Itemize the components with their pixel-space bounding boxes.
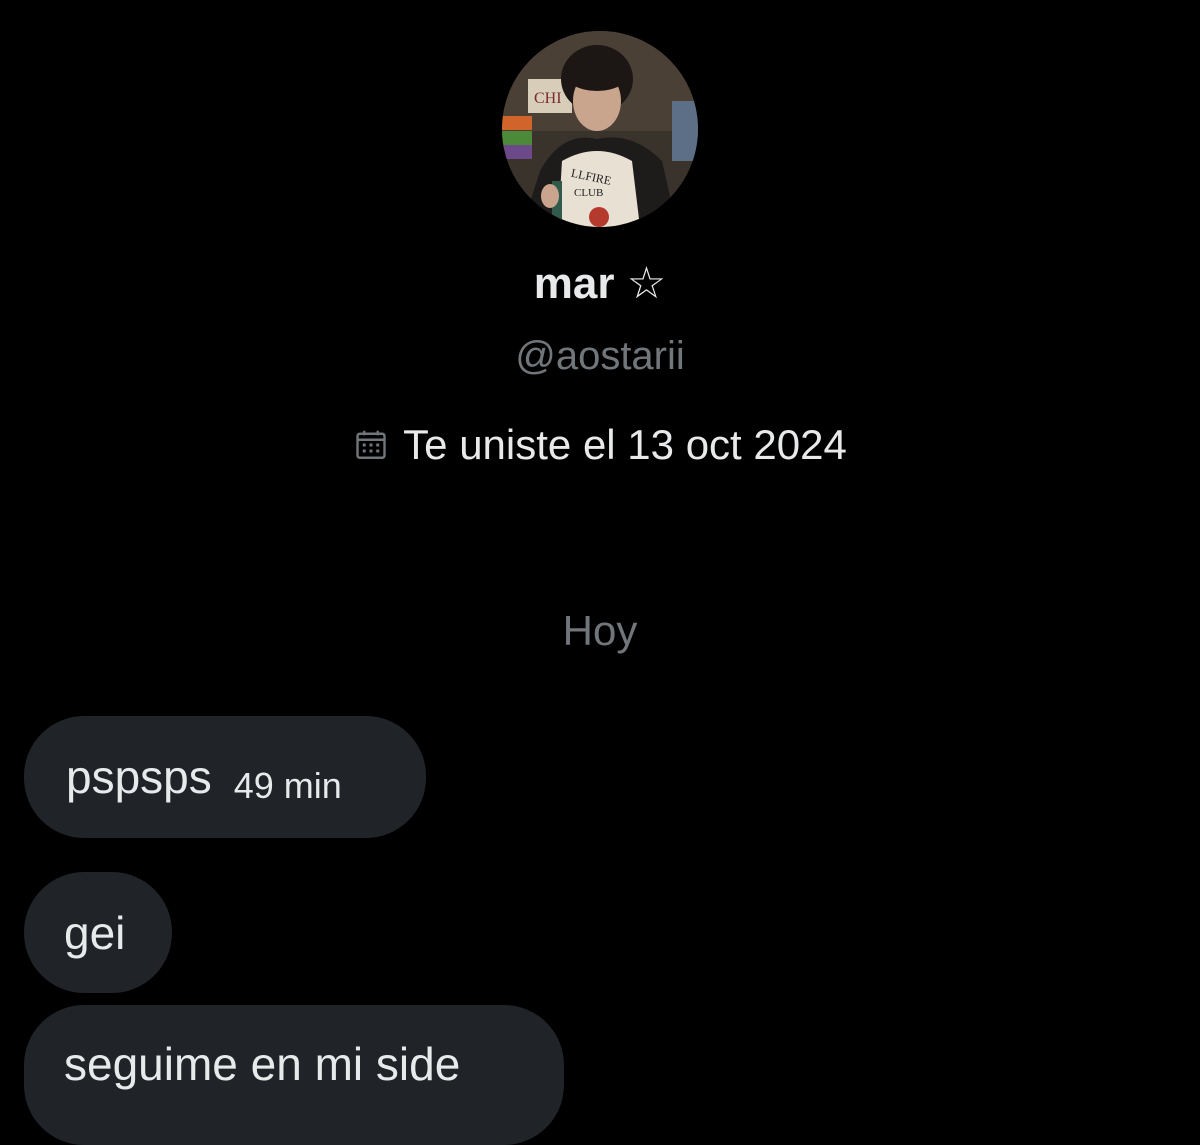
- message-text: pspsps: [66, 751, 212, 803]
- joined-date-row: Te uniste el 13 oct 2024: [0, 418, 1200, 472]
- profile-avatar[interactable]: CHI LLFIRE CLUB: [502, 31, 698, 227]
- message-bubble[interactable]: gei: [24, 872, 172, 993]
- message-timestamp: 49 min: [233, 765, 342, 806]
- message-text: seguime en mi side: [64, 1038, 461, 1090]
- avatar-photo: CHI LLFIRE CLUB: [502, 31, 698, 227]
- svg-text:CHI: CHI: [534, 90, 562, 107]
- date-separator: Hoy: [562, 607, 638, 654]
- display-name: mar ☆: [533, 259, 667, 308]
- message-text: gei: [64, 906, 126, 959]
- svg-text:CLUB: CLUB: [574, 187, 603, 199]
- calendar-icon: [356, 430, 386, 459]
- message-bubble[interactable]: pspsps 49 min: [24, 716, 426, 838]
- joined-date-text: Te uniste el 13 oct 2024: [403, 421, 847, 468]
- profile-handle[interactable]: @aostarii: [0, 330, 1200, 382]
- message-bubble[interactable]: seguime en mi side: [24, 1005, 564, 1145]
